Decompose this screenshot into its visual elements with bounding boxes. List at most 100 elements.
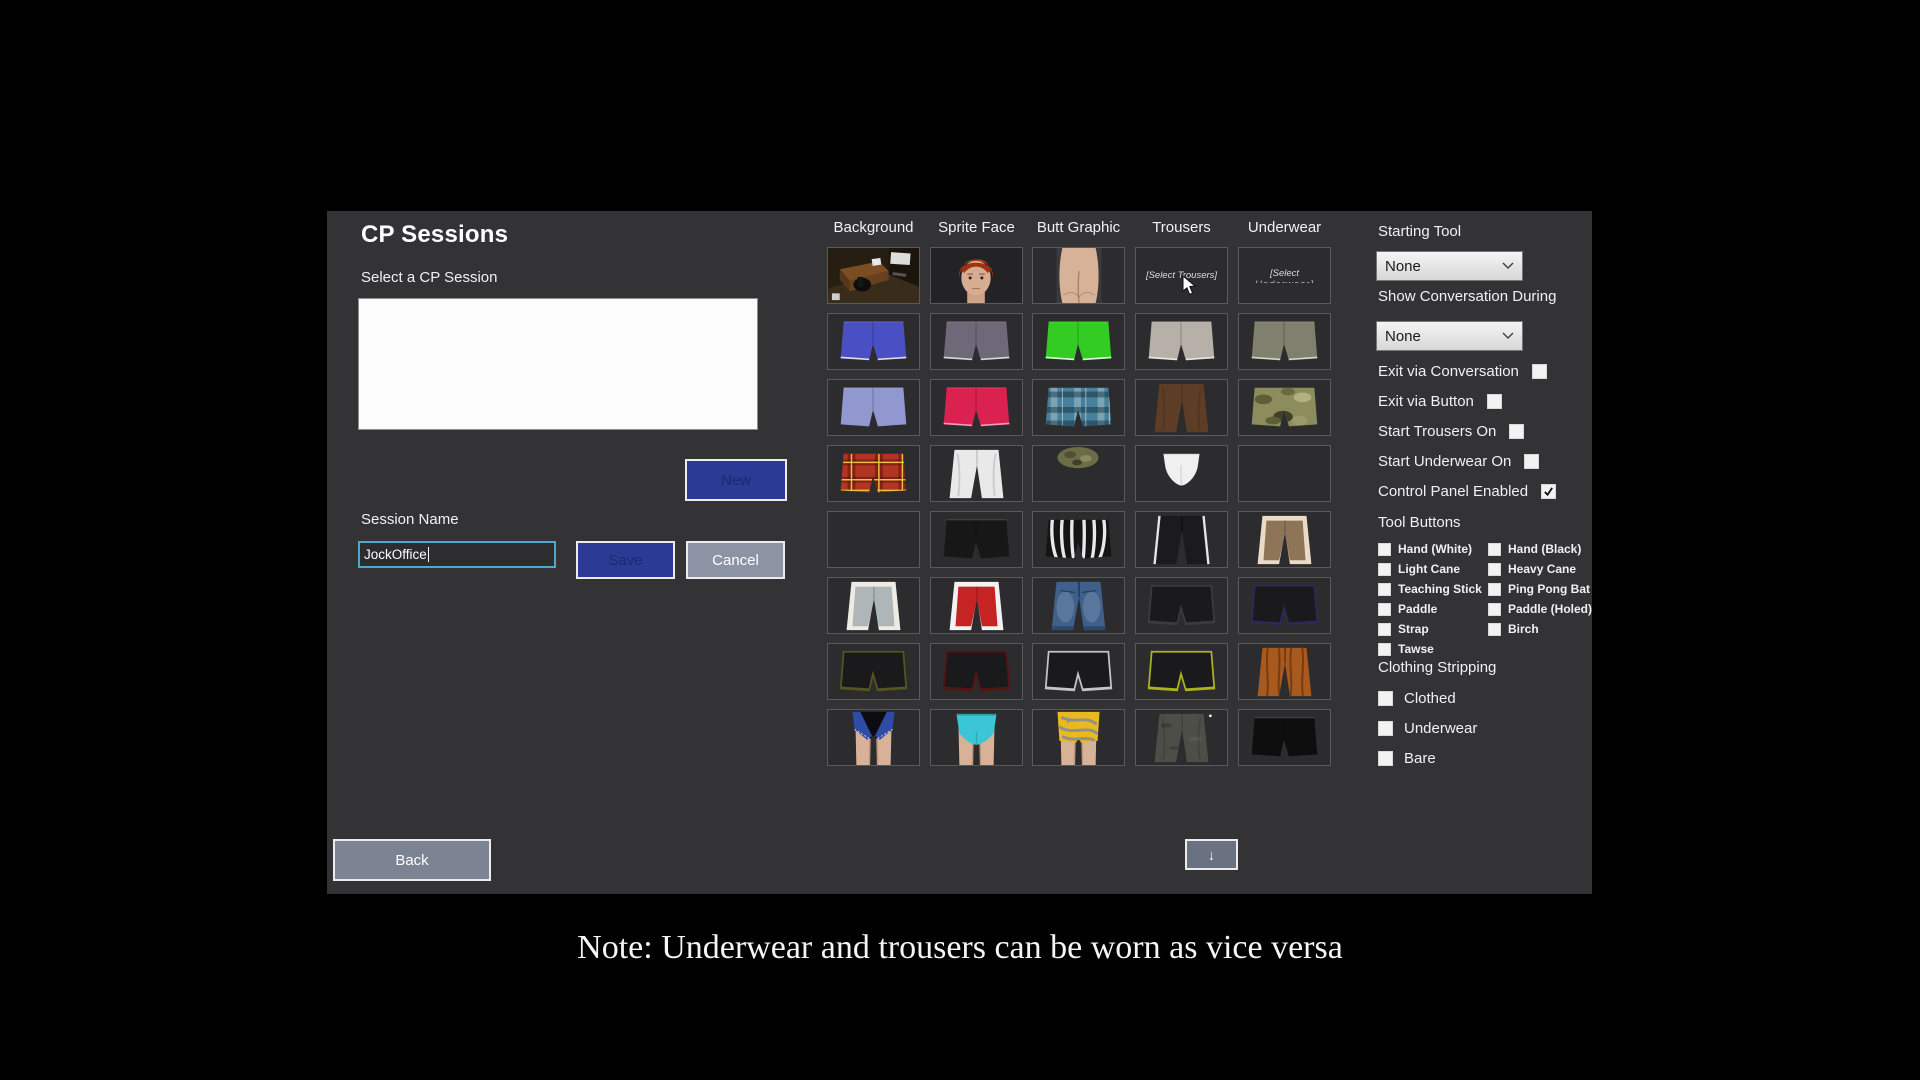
checkbox-unchecked[interactable] xyxy=(1486,394,1502,409)
toggle-exit-via-conversation: Exit via Conversation xyxy=(1378,363,1547,380)
checkbox-unchecked[interactable] xyxy=(1531,364,1547,379)
checkbox-unchecked[interactable] xyxy=(1378,721,1393,736)
toggle-control-panel-enabled: Control Panel Enabled xyxy=(1378,483,1557,500)
text-caret xyxy=(427,547,429,562)
tile-grey-boxers-row2[interactable] xyxy=(930,313,1023,370)
scroll-down-button[interactable]: ↓ xyxy=(1185,839,1238,870)
tile-select-underwear-row1[interactable]: [SelectUnderwear] xyxy=(1238,247,1331,304)
tile-blue-plaid-boxers-row3[interactable] xyxy=(1032,379,1125,436)
tile-navy-outline-shorts-row6[interactable] xyxy=(1238,577,1331,634)
tile-orange-brown-trousers-row7[interactable] xyxy=(1238,643,1331,700)
tile-cyan-briefs-row8[interactable] xyxy=(930,709,1023,766)
thumbnail-image xyxy=(949,581,1004,631)
tile-yellow-outline-shorts-row7[interactable] xyxy=(1135,643,1228,700)
tile-select-trousers-row1[interactable]: [Select Trousers] xyxy=(1135,247,1228,304)
tile-red-haired-sprite-face-row1[interactable] xyxy=(930,247,1023,304)
checkbox-unchecked[interactable] xyxy=(1378,542,1391,556)
tool-hand-white: Hand (White) xyxy=(1378,542,1472,556)
tile-camo-bundle-row4[interactable] xyxy=(1032,445,1125,502)
session-listbox[interactable] xyxy=(358,298,758,430)
show-conversation-label: Show Conversation During xyxy=(1378,288,1557,305)
tile-tan-trousers-row5[interactable] xyxy=(1238,511,1331,568)
tile-red-tartan-boxers-row4[interactable] xyxy=(827,445,920,502)
column-header-background: Background xyxy=(833,219,914,236)
thumbnail-image xyxy=(1147,650,1216,692)
checkbox-checked[interactable] xyxy=(1541,484,1557,499)
tile-denim-jeans-row6[interactable] xyxy=(1032,577,1125,634)
checkbox-unchecked[interactable] xyxy=(1378,622,1391,636)
tile-yellow-octopus-shorts-row8[interactable] xyxy=(1032,709,1125,766)
thumbnail-image xyxy=(1148,320,1215,361)
checkbox-unchecked[interactable] xyxy=(1488,602,1501,616)
session-name-label: Session Name xyxy=(361,511,459,528)
tool-hand-black: Hand (Black) xyxy=(1488,542,1581,556)
checkbox-label: Ping Pong Bat xyxy=(1508,582,1590,596)
tile-black-track-pants-row5[interactable] xyxy=(1135,511,1228,568)
tile-crimson-boxers-row3[interactable] xyxy=(930,379,1023,436)
thumbnail-image xyxy=(840,320,907,361)
tool-paddle: Paddle xyxy=(1378,602,1437,616)
checkbox-label: Exit via Conversation xyxy=(1378,363,1519,380)
tile-zebra-stripe-shorts-row5[interactable] xyxy=(1032,511,1125,568)
checkbox-unchecked[interactable] xyxy=(1378,691,1393,706)
tile-light-grey-boxers-row2[interactable] xyxy=(1135,313,1228,370)
tile-dark-red-outline-shorts-row7[interactable] xyxy=(930,643,1023,700)
tile-black-boxers-row5[interactable] xyxy=(930,511,1023,568)
save-button[interactable]: Save xyxy=(576,541,675,579)
cancel-button[interactable]: Cancel xyxy=(686,541,785,579)
tile-empty-slot-row4[interactable] xyxy=(1238,445,1331,502)
checkbox-unchecked[interactable] xyxy=(1378,562,1391,576)
checkbox-unchecked[interactable] xyxy=(1378,602,1391,616)
thumbnail-image xyxy=(839,650,908,692)
tile-white-briefs-row4[interactable] xyxy=(1135,445,1228,502)
checkbox-label: Underwear xyxy=(1404,720,1478,737)
tile-white-outline-shorts-row7[interactable] xyxy=(1032,643,1125,700)
tile-red-white-pants-row6[interactable] xyxy=(930,577,1023,634)
cp-sessions-window: CP Sessions Select a CP Session New Sess… xyxy=(327,211,1592,894)
tile-periwinkle-boxers-row3[interactable] xyxy=(827,379,920,436)
tool-ping-pong-bat: Ping Pong Bat xyxy=(1488,582,1590,596)
tile-blue-black-swim-briefs-row8[interactable] xyxy=(827,709,920,766)
checkbox-unchecked[interactable] xyxy=(1509,424,1525,439)
thumbnail-image xyxy=(1045,320,1112,361)
tile-blue-boxers-row2[interactable] xyxy=(827,313,920,370)
tile-bare-butt-row1[interactable] xyxy=(1032,247,1125,304)
tile-office-background-row1[interactable] xyxy=(827,247,920,304)
checkbox-unchecked[interactable] xyxy=(1488,582,1501,596)
tile-worn-grey-trousers-row8[interactable] xyxy=(1135,709,1228,766)
session-name-input[interactable]: JockOffice xyxy=(358,541,556,568)
checkbox-unchecked[interactable] xyxy=(1524,454,1540,469)
tool-light-cane: Light Cane xyxy=(1378,562,1460,576)
checkbox-unchecked[interactable] xyxy=(1488,562,1501,576)
tile-camo-shorts-row3[interactable] xyxy=(1238,379,1331,436)
tile-white-long-johns-row4[interactable] xyxy=(930,445,1023,502)
checkbox-unchecked[interactable] xyxy=(1488,622,1501,636)
tile-empty-slot-row5[interactable] xyxy=(827,511,920,568)
dropdown-chevron-icon xyxy=(1502,262,1514,270)
checkbox-unchecked[interactable] xyxy=(1378,582,1391,596)
tile-black-silhouette-shorts-row6[interactable] xyxy=(1135,577,1228,634)
thumbnail-image xyxy=(1033,248,1124,303)
checkbox-label: Exit via Button xyxy=(1378,393,1474,410)
starting-tool-dropdown[interactable]: None xyxy=(1376,251,1523,281)
tile-olive-outline-shorts-row7[interactable] xyxy=(827,643,920,700)
show-conversation-dropdown[interactable]: None xyxy=(1376,321,1523,351)
column-header-trousers: Trousers xyxy=(1152,219,1211,236)
tool-birch: Birch xyxy=(1488,622,1539,636)
tile-green-boxers-row2[interactable] xyxy=(1032,313,1125,370)
checkbox-unchecked[interactable] xyxy=(1378,642,1391,656)
thumbnail-image xyxy=(1257,647,1312,697)
thumbnail-image xyxy=(1153,515,1210,565)
new-button[interactable]: New xyxy=(685,459,787,501)
tile-black-shorts-row8[interactable] xyxy=(1238,709,1331,766)
checkbox-unchecked[interactable] xyxy=(1378,751,1393,766)
back-button[interactable]: Back xyxy=(333,839,491,881)
checkbox-unchecked[interactable] xyxy=(1488,542,1501,556)
select-session-label: Select a CP Session xyxy=(361,269,498,286)
tile-brown-trousers-row3[interactable] xyxy=(1135,379,1228,436)
tile-grey-trousers-white-waist-row6[interactable] xyxy=(827,577,920,634)
dropdown-chevron-icon xyxy=(1502,332,1514,340)
stripping-underwear: Underwear xyxy=(1378,720,1477,737)
thumbnail-image xyxy=(943,320,1010,361)
tile-olive-boxers-row2[interactable] xyxy=(1238,313,1331,370)
